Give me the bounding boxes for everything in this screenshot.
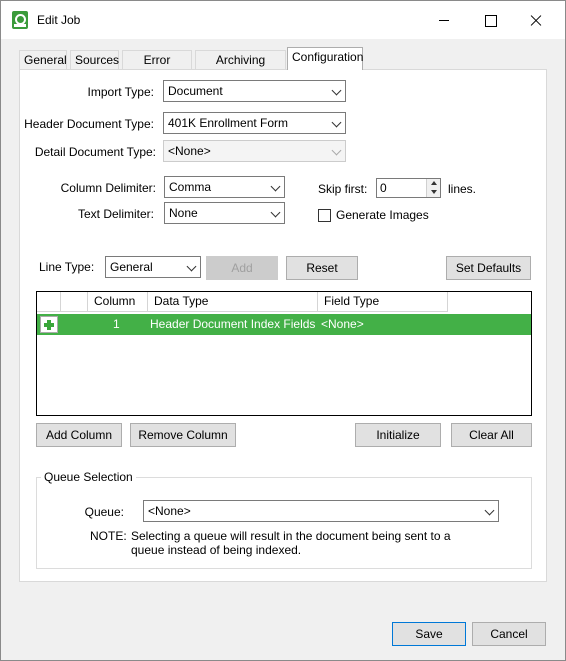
line-type-value: General xyxy=(110,260,153,274)
generate-images-label: Generate Images xyxy=(336,208,429,222)
save-button[interactable]: Save xyxy=(392,622,466,646)
add-column-button[interactable]: Add Column xyxy=(36,423,122,447)
tab-configuration[interactable]: Configuration xyxy=(287,47,363,70)
lines-label: lines. xyxy=(448,182,477,196)
title-bar: Edit Job xyxy=(1,1,565,39)
spin-down-icon[interactable] xyxy=(426,188,440,197)
remove-column-button[interactable]: Remove Column xyxy=(130,423,236,447)
tab-error-options[interactable]: Error Options xyxy=(122,50,192,85)
header-doc-type-value: 401K Enrollment Form xyxy=(168,116,289,130)
note-text-line-2: queue instead of being indexed. xyxy=(131,543,302,557)
skip-first-stepper[interactable]: 0 xyxy=(376,178,441,198)
column-delimiter-select[interactable]: Comma xyxy=(164,176,285,198)
reset-button[interactable]: Reset xyxy=(286,256,358,280)
row-data-type-value: Header Document Index Fields xyxy=(150,317,316,331)
queue-select[interactable]: <None> xyxy=(143,500,499,522)
row-column-value: 1 xyxy=(113,317,120,331)
spin-up-icon[interactable] xyxy=(426,179,440,188)
text-delimiter-label: Text Delimiter: xyxy=(77,207,154,221)
clear-all-button[interactable]: Clear All xyxy=(451,423,532,447)
grid-header-field-type[interactable]: Field Type xyxy=(318,292,448,312)
cancel-button[interactable]: Cancel xyxy=(472,622,546,646)
generate-images-checkbox[interactable] xyxy=(318,209,331,222)
chevron-down-icon xyxy=(331,145,342,156)
columns-grid[interactable]: Column Data Type Field Type 1 Header Doc… xyxy=(36,291,532,416)
grid-header-column[interactable]: Column xyxy=(87,292,148,312)
grid-header-blank xyxy=(37,292,61,312)
maximize-icon[interactable] xyxy=(467,1,513,39)
column-delimiter-value: Comma xyxy=(169,180,212,194)
import-type-select[interactable]: Document xyxy=(163,80,346,102)
header-doc-type-label: Header Document Type: xyxy=(24,117,154,131)
edit-job-window: Edit Job General Sources Error Options A… xyxy=(0,0,566,661)
add-button[interactable]: Add xyxy=(206,256,278,280)
tab-sources[interactable]: Sources xyxy=(70,50,119,70)
chevron-down-icon xyxy=(270,181,281,192)
grid-header-data-type[interactable]: Data Type xyxy=(148,292,318,312)
minimize-icon[interactable] xyxy=(421,1,467,39)
chevron-down-icon xyxy=(331,85,342,96)
note-label: NOTE: xyxy=(90,529,127,543)
note-text-line-1: Selecting a queue will result in the doc… xyxy=(131,529,451,543)
table-row[interactable]: 1 Header Document Index Fields <None> xyxy=(37,314,531,335)
close-icon[interactable] xyxy=(513,1,559,39)
text-delimiter-value: None xyxy=(169,206,198,220)
chevron-down-icon xyxy=(186,261,197,272)
detail-doc-type-label: Detail Document Type: xyxy=(34,145,156,159)
skip-first-label: Skip first: xyxy=(318,182,368,196)
row-field-type-value: <None> xyxy=(321,317,364,331)
chevron-down-icon xyxy=(484,505,495,516)
import-type-label: Import Type: xyxy=(87,85,154,99)
tab-archiving-options[interactable]: Archiving Options xyxy=(195,50,286,85)
add-row-icon[interactable] xyxy=(40,316,58,333)
header-doc-type-select[interactable]: 401K Enrollment Form xyxy=(163,112,346,134)
initialize-button[interactable]: Initialize xyxy=(355,423,441,447)
line-type-select[interactable]: General xyxy=(105,256,201,278)
text-delimiter-select[interactable]: None xyxy=(164,202,285,224)
queue-selection-title: Queue Selection xyxy=(41,470,136,484)
column-delimiter-label: Column Delimiter: xyxy=(60,181,156,195)
import-type-value: Document xyxy=(168,84,223,98)
set-defaults-button[interactable]: Set Defaults xyxy=(446,256,531,280)
detail-doc-type-select[interactable]: <None> xyxy=(163,140,346,162)
chevron-down-icon xyxy=(331,117,342,128)
queue-value: <None> xyxy=(148,504,191,518)
chevron-down-icon xyxy=(270,207,281,218)
app-icon xyxy=(12,11,28,29)
queue-label: Queue: xyxy=(84,505,124,519)
detail-doc-type-value: <None> xyxy=(168,144,211,158)
window-title: Edit Job xyxy=(37,13,81,27)
tab-general[interactable]: General xyxy=(19,50,67,70)
line-type-label: Line Type: xyxy=(39,260,95,274)
skip-first-value: 0 xyxy=(380,181,387,195)
